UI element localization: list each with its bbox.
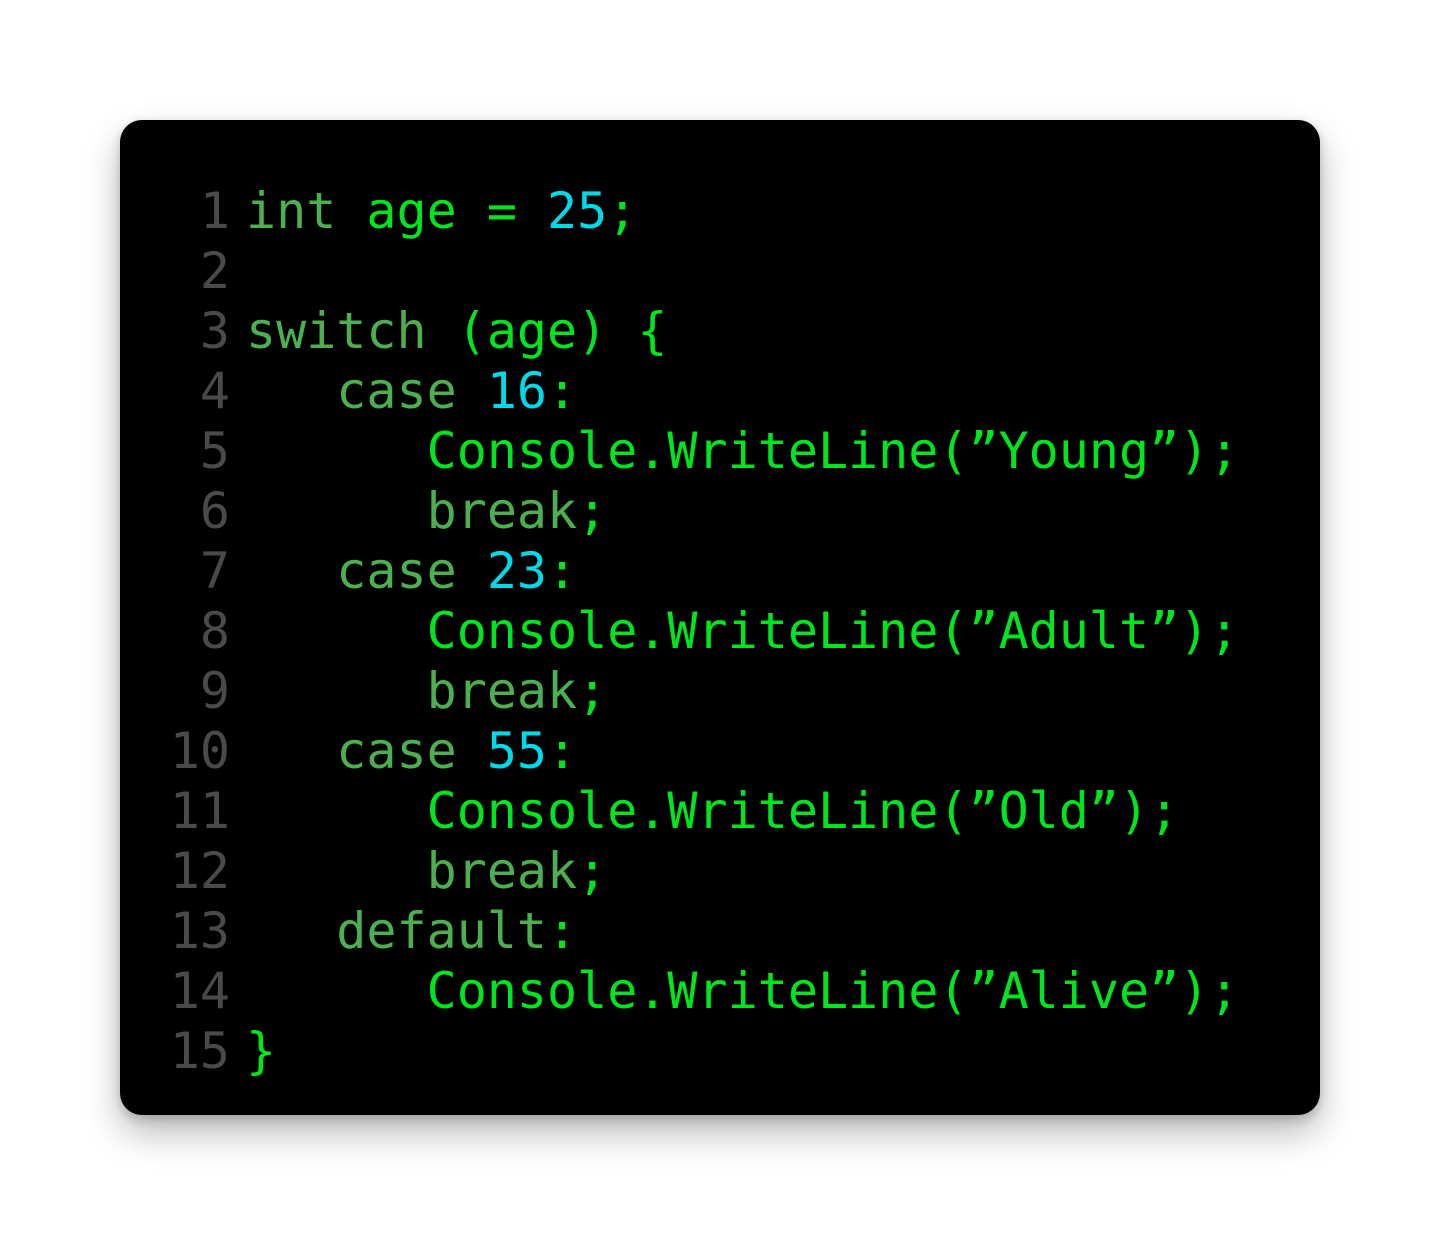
code-token: : xyxy=(547,542,578,600)
line-number: 2 xyxy=(199,242,230,300)
code-token: : xyxy=(547,362,578,420)
code-line: 6 break; xyxy=(160,481,1239,541)
code-text: switch (age) { xyxy=(246,301,667,361)
line-number: 7 xyxy=(199,542,230,600)
code-token: break xyxy=(246,662,578,720)
code-token: Console.WriteLine(”Adult”); xyxy=(246,602,1240,660)
code-token: ; xyxy=(577,662,608,720)
line-number: 10 xyxy=(169,722,230,780)
code-line: 9 break; xyxy=(160,661,1239,721)
code-line: 15} xyxy=(160,1021,1239,1081)
code-line: 2 xyxy=(160,241,1239,301)
line-number: 3 xyxy=(199,302,230,360)
code-text: break; xyxy=(246,661,608,721)
line-number: 12 xyxy=(169,842,230,900)
code-token: int xyxy=(246,182,337,240)
code-text: case 16: xyxy=(246,361,577,421)
code-token: ; xyxy=(577,842,608,900)
code-line: 8 Console.WriteLine(”Adult”); xyxy=(160,601,1240,661)
code-token: default xyxy=(246,902,548,960)
line-number: 15 xyxy=(169,1022,230,1080)
line-number: 5 xyxy=(199,422,230,480)
code-token: case xyxy=(246,362,487,420)
code-text: case 23: xyxy=(246,541,577,601)
line-number: 8 xyxy=(199,602,230,660)
code-token: 55 xyxy=(486,722,548,780)
code-line: 1 int age = 25; xyxy=(160,181,1239,241)
code-text: } xyxy=(246,1021,276,1081)
code-line: 10 case 55: xyxy=(160,721,1239,781)
code-token: : xyxy=(547,902,578,960)
line-number: 11 xyxy=(169,782,230,840)
line-number: 9 xyxy=(199,662,230,720)
code-token: 16 xyxy=(486,362,548,420)
code-token: age = xyxy=(336,182,548,240)
code-token: } xyxy=(246,1022,277,1080)
code-token: switch xyxy=(246,302,427,360)
code-token: : xyxy=(547,722,578,780)
code-text: int age = 25; xyxy=(246,181,637,241)
code-text: break; xyxy=(246,841,608,901)
code-text: Console.WriteLine(”Adult”); xyxy=(246,601,1240,661)
code-token: case xyxy=(246,722,487,780)
code-token: 23 xyxy=(486,542,548,600)
code-line: 14 Console.WriteLine(”Alive”); xyxy=(160,961,1240,1021)
code-token: Console.WriteLine(”Old”); xyxy=(246,782,1180,840)
code-token: ; xyxy=(577,482,608,540)
code-text: Console.WriteLine(”Young”); xyxy=(246,421,1240,481)
code-text: case 55: xyxy=(246,721,577,781)
code-line: 7 case 23: xyxy=(160,541,1239,601)
code-token: 25 xyxy=(547,182,608,240)
line-number: 6 xyxy=(199,482,230,540)
line-number: 14 xyxy=(169,962,230,1020)
code-token: Console.WriteLine(”Alive”); xyxy=(246,962,1240,1020)
code-token: (age) { xyxy=(426,302,668,360)
code-text: default: xyxy=(246,901,577,961)
code-line: 12 break; xyxy=(160,841,1239,901)
code-line: 11 Console.WriteLine(”Old”); xyxy=(160,781,1239,841)
code-line: 5 Console.WriteLine(”Young”); xyxy=(160,421,1240,481)
code-token: case xyxy=(246,542,487,600)
code-block: 1 int age = 25; 2 3 switch (age) {4 case 16:… xyxy=(160,181,1240,1081)
code-token: ; xyxy=(607,182,638,240)
code-line: 3 switch (age) { xyxy=(160,301,1239,361)
line-number: 13 xyxy=(169,902,230,960)
code-window: 1 int age = 25; 2 3 switch (age) {4 case 16:… xyxy=(120,120,1320,1115)
code-token: break xyxy=(246,482,578,540)
line-number: 1 xyxy=(199,182,230,240)
code-text: break; xyxy=(246,481,608,541)
code-text: Console.WriteLine(”Old”); xyxy=(246,781,1180,841)
code-text: Console.WriteLine(”Alive”); xyxy=(246,961,1240,1021)
code-line: 4 case 16: xyxy=(160,361,1239,421)
code-line: 13 default: xyxy=(160,901,1239,961)
line-number: 4 xyxy=(199,362,230,420)
code-token: break xyxy=(246,842,578,900)
code-token: Console.WriteLine(”Young”); xyxy=(246,422,1240,480)
